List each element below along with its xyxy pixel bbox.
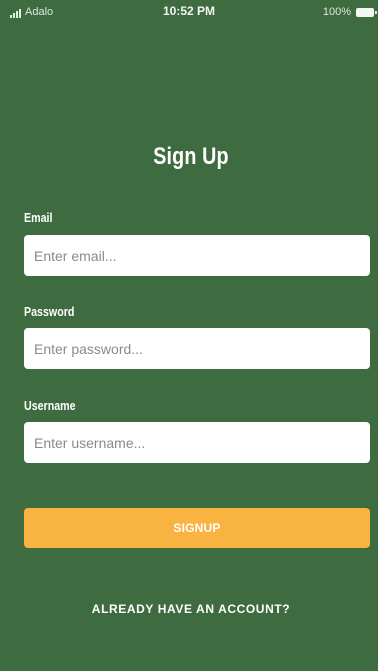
email-field[interactable] [24, 235, 370, 276]
password-label: Password [24, 304, 75, 319]
signup-button[interactable]: SIGNUP [24, 508, 370, 548]
username-label: Username [24, 398, 76, 413]
status-time: 10:52 PM [162, 4, 216, 18]
password-field[interactable] [24, 328, 370, 369]
status-right: 100% [322, 6, 377, 18]
email-label: Email [24, 210, 53, 225]
status-bar: Adalo 10:52 PM 100% [0, 0, 378, 26]
already-have-account-link[interactable]: ALREADY HAVE AN ACCOUNT? [0, 602, 378, 616]
battery-percent: 100% [322, 6, 351, 18]
username-field[interactable] [24, 422, 370, 463]
signup-screen: Adalo 10:52 PM 100% Sign Up Email Passwo… [0, 0, 378, 671]
page-title: Sign Up [153, 143, 229, 170]
battery-icon [356, 7, 377, 17]
